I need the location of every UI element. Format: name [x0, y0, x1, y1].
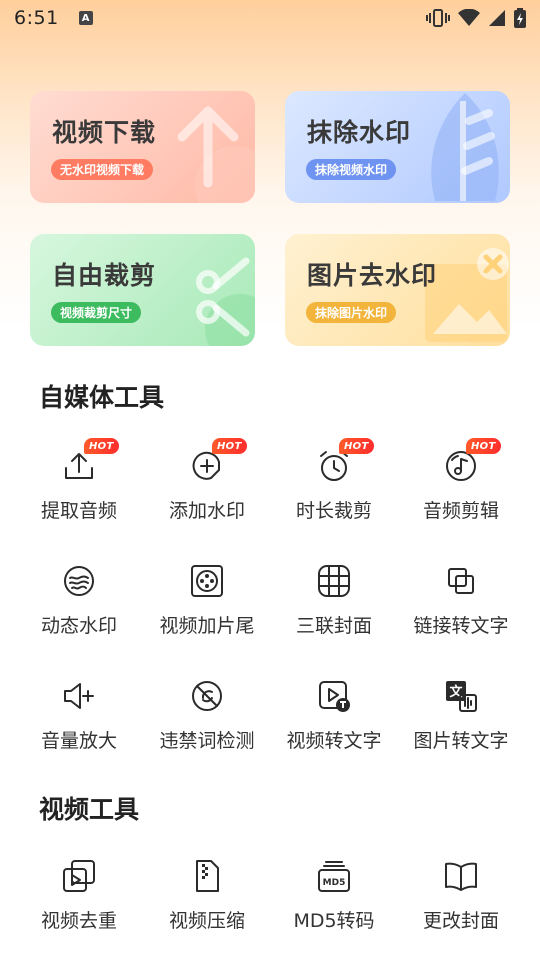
tool-label: 音频剪辑 — [422, 500, 499, 522]
battery-icon — [514, 8, 526, 28]
video-to-text-tool[interactable]: 视频转文字 — [269, 676, 399, 776]
volume-up-icon — [59, 676, 99, 716]
upload-arrow-icon — [177, 106, 255, 203]
hot-badge: HOT — [466, 438, 501, 454]
audio-edit-tool[interactable]: HOT 音频剪辑 — [396, 438, 526, 546]
remove-watermark-card[interactable]: 抹除水印 抹除视频水印 — [285, 91, 510, 203]
status-time: 6:51 — [14, 7, 59, 29]
signal-icon — [488, 9, 506, 27]
card-tag: 无水印视频下载 — [51, 159, 154, 180]
video-tools-title: 视频工具 — [39, 795, 140, 824]
video-text-icon — [314, 676, 354, 716]
card-tag: 抹除图片水印 — [306, 302, 397, 323]
link-copy-icon — [441, 561, 481, 601]
add-watermark-tool[interactable]: HOT 添加水印 — [142, 438, 272, 546]
tool-label: 图片转文字 — [413, 730, 509, 752]
video-download-card[interactable]: 视频下载 无水印视频下载 — [30, 91, 255, 203]
video-dedupe-tool[interactable]: 视频去重 — [14, 856, 144, 956]
video-compress-tool[interactable]: 视频压缩 — [142, 856, 272, 956]
card-tag: 视频裁剪尺寸 — [51, 302, 142, 323]
image-to-text-tool[interactable]: 文 图片转文字 — [396, 676, 526, 776]
forbidden-word-tool[interactable]: 违禁词检测 — [142, 676, 272, 776]
link-to-text-tool[interactable]: 链接转文字 — [396, 561, 526, 661]
hot-badge: HOT — [212, 438, 247, 454]
tool-label: 提取音频 — [40, 500, 117, 522]
grid-icon — [314, 561, 354, 601]
tool-label: 更改封面 — [422, 910, 499, 932]
tool-label: 三联封面 — [295, 615, 372, 637]
svg-text:MD5: MD5 — [323, 878, 346, 888]
triple-cover-tool[interactable]: 三联封面 — [269, 561, 399, 661]
film-reel-icon — [187, 561, 227, 601]
wifi-icon — [458, 9, 480, 27]
forbidden-icon — [187, 676, 227, 716]
leaf-icon — [431, 93, 499, 201]
zip-file-icon — [187, 856, 227, 896]
media-tools-title: 自媒体工具 — [39, 383, 165, 412]
tool-label: 视频加片尾 — [159, 615, 255, 637]
card-title: 图片去水印 — [307, 261, 438, 290]
status-icons — [426, 8, 526, 28]
svg-text:文: 文 — [449, 684, 463, 700]
free-crop-card[interactable]: 自由裁剪 视频裁剪尺寸 — [30, 234, 255, 346]
change-cover-tool[interactable]: 更改封面 — [396, 856, 526, 956]
md5-transcode-tool[interactable]: MD5 MD5转码 — [269, 856, 399, 956]
tool-label: MD5转码 — [293, 910, 375, 932]
md5-icon: MD5 — [314, 856, 354, 896]
tool-label: 违禁词检测 — [159, 730, 255, 752]
volume-boost-tool[interactable]: 音量放大 — [14, 676, 144, 776]
tool-label: 时长裁剪 — [295, 500, 372, 522]
card-title: 视频下载 — [52, 118, 157, 147]
image-watermark-card[interactable]: 图片去水印 抹除图片水印 — [285, 234, 510, 346]
dynamic-watermark-tool[interactable]: 动态水印 — [14, 561, 144, 661]
card-tag: 抹除视频水印 — [306, 159, 397, 180]
duration-crop-tool[interactable]: HOT 时长裁剪 — [269, 438, 399, 546]
card-title: 抹除水印 — [307, 118, 412, 147]
scissors-icon — [196, 257, 255, 346]
video-ending-tool[interactable]: 视频加片尾 — [142, 561, 272, 661]
tool-label: 视频转文字 — [286, 730, 382, 752]
card-title: 自由裁剪 — [52, 261, 157, 290]
vibrate-icon — [426, 9, 450, 27]
hot-badge: HOT — [84, 438, 119, 454]
status-bar: 6:51 A — [0, 0, 540, 36]
waves-icon — [59, 561, 99, 601]
tool-label: 添加水印 — [168, 500, 245, 522]
tool-label: 视频压缩 — [168, 910, 245, 932]
extract-audio-tool[interactable]: HOT 提取音频 — [14, 438, 144, 546]
open-book-icon — [441, 856, 481, 896]
tool-label: 链接转文字 — [413, 615, 509, 637]
tool-label: 视频去重 — [40, 910, 117, 932]
notification-icon: A — [78, 11, 93, 25]
tool-label: 动态水印 — [40, 615, 117, 637]
video-dedupe-icon — [59, 856, 99, 896]
image-text-icon: 文 — [441, 676, 481, 716]
tool-label: 音量放大 — [40, 730, 117, 752]
hot-badge: HOT — [339, 438, 374, 454]
